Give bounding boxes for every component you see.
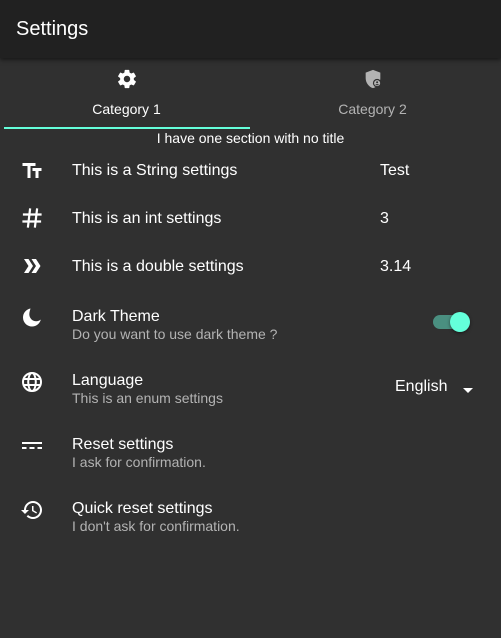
moon-icon (20, 306, 44, 330)
int-setting-value: 3 (380, 210, 389, 227)
reset-settings-subtitle: I ask for confirmation. (72, 454, 206, 470)
hashtag-icon (20, 206, 44, 230)
double-setting-title: This is a double settings (72, 258, 244, 275)
reset-settings-title: Reset settings (72, 436, 174, 453)
language-subtitle: This is an enum settings (72, 390, 223, 406)
tab-category-2[interactable]: Category 2 (250, 58, 495, 130)
string-setting-value: Test (380, 162, 410, 179)
double-chevron-right-icon (20, 254, 44, 278)
app-bar: Settings (0, 0, 501, 58)
tab-category-1[interactable]: Category 1 (4, 58, 249, 130)
gear-icon (4, 68, 249, 90)
history-icon (20, 498, 44, 522)
string-setting-tile[interactable]: This is a String settings Test (0, 148, 501, 194)
double-setting-tile[interactable]: This is a double settings 3.14 (0, 244, 501, 290)
section-title: I have one section with no title (156, 130, 345, 146)
shield-icon (250, 68, 495, 90)
language-dropdown[interactable]: English (395, 376, 485, 398)
language-dropdown-value: English (395, 378, 448, 395)
language-title: Language (72, 372, 144, 389)
text-fields-icon (20, 159, 44, 183)
reset-icon (20, 434, 44, 458)
quick-reset-settings-tile[interactable]: Quick reset settings I don't ask for con… (0, 488, 501, 544)
globe-icon (20, 370, 44, 394)
tab-category-2-label: Category 2 (338, 101, 407, 117)
int-setting-tile[interactable]: This is an int settings 3 (0, 196, 501, 242)
tab-category-1-label: Category 1 (92, 101, 161, 117)
tab-indicator (4, 127, 250, 129)
app-title: Settings (16, 18, 89, 40)
int-setting-title: This is an int settings (72, 210, 222, 227)
dark-theme-title: Dark Theme (72, 308, 160, 325)
double-setting-value: 3.14 (380, 258, 412, 275)
dropdown-arrow-icon (462, 382, 474, 393)
quick-reset-settings-title: Quick reset settings (72, 500, 213, 517)
tab-bar: Category 1 Category 2 (0, 58, 501, 130)
reset-settings-tile[interactable]: Reset settings I ask for confirmation. (0, 424, 501, 480)
quick-reset-settings-subtitle: I don't ask for confirmation. (72, 518, 240, 534)
string-setting-title: This is a String settings (72, 162, 238, 179)
dark-theme-setting-tile[interactable]: Dark Theme Do you want to use dark theme… (0, 296, 501, 352)
dark-theme-subtitle: Do you want to use dark theme ? (72, 326, 278, 342)
dark-theme-toggle[interactable] (433, 312, 471, 332)
toggle-thumb (450, 312, 470, 332)
